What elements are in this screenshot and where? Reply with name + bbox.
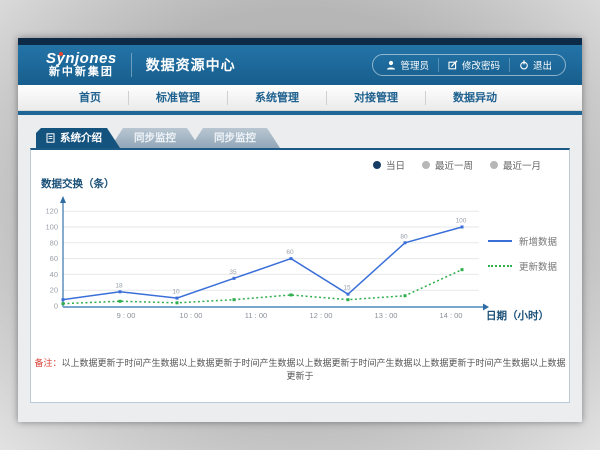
blue-line-icon: [488, 240, 512, 242]
radio-dot: [490, 161, 498, 169]
radio-label: 最近一周: [435, 158, 473, 172]
user-icon: [386, 60, 396, 70]
data-point: [176, 297, 179, 300]
data-point: [290, 257, 293, 260]
legend-update-data: 更新数据: [488, 259, 557, 273]
tab-label: 系统介绍: [60, 128, 102, 148]
point-value-label: 15: [343, 285, 351, 292]
point-value-label: 35: [229, 269, 237, 276]
user-label: 管理员: [400, 58, 429, 72]
nav-item-integration[interactable]: 对接管理: [327, 91, 426, 105]
edit-icon: [448, 60, 458, 70]
x-tick-label: 12 : 00: [310, 311, 333, 320]
y-tick-label: 80: [50, 238, 58, 247]
main-nav: 首页 标准管理 系统管理 对接管理 数据异动: [18, 85, 582, 111]
point-value-label: 80: [400, 233, 408, 240]
radio-dot: [422, 161, 430, 169]
app-window: Synjones 新中新集团 数据资源中心 管理员 修改密码: [18, 38, 582, 422]
user-menu: 管理员 修改密码 退出: [372, 54, 566, 76]
tab-bar: 系统介绍 同步监控 同步监控: [36, 128, 570, 148]
point-value-label: 100: [456, 218, 467, 225]
point-value-label: 60: [286, 249, 294, 256]
content-area: 系统介绍 同步监控 同步监控 当日 最近一周: [18, 115, 582, 422]
nav-item-standards[interactable]: 标准管理: [129, 91, 228, 105]
radio-last-week[interactable]: 最近一周: [422, 158, 473, 172]
legend-label: 新增数据: [519, 234, 557, 248]
header-divider: [131, 53, 132, 77]
data-point: [233, 298, 236, 301]
chart-legend: 新增数据 更新数据: [488, 234, 557, 284]
y-tick-label: 60: [50, 254, 58, 263]
data-point: [404, 294, 407, 297]
green-dotted-line-icon: [488, 265, 512, 267]
data-point: [461, 268, 464, 271]
data-point: [290, 293, 293, 296]
nav-item-system[interactable]: 系统管理: [228, 91, 327, 105]
document-icon: [46, 133, 55, 143]
line-chart: 0 20 40 60 80 100 120 9 : 00 10 : 00 11 : 00 12 : …: [43, 194, 503, 334]
point-value-label: 18: [115, 282, 123, 289]
data-point: [62, 298, 65, 301]
x-tick-label: 13 : 00: [375, 311, 398, 320]
legend-new-data: 新增数据: [488, 234, 557, 248]
radio-dot-selected: [373, 161, 381, 169]
x-tick-label: 14 : 00: [440, 311, 463, 320]
logout-button[interactable]: 退出: [509, 58, 561, 72]
logout-label: 退出: [533, 58, 552, 72]
data-point: [347, 293, 350, 296]
footnote-text: 以上数据更新于时间产生数据以上数据更新于时间产生数据以上数据更新于时间产生数据以…: [62, 358, 566, 381]
top-navy-strip: [18, 38, 582, 45]
footnote-label: 备注：: [34, 358, 61, 368]
radio-last-month[interactable]: 最近一月: [490, 158, 541, 172]
x-tick-label: 10 : 00: [180, 311, 203, 320]
point-value-label: 10: [172, 289, 180, 296]
nav-item-home[interactable]: 首页: [52, 91, 129, 105]
y-tick-label: 120: [45, 207, 58, 216]
legend-label: 更新数据: [519, 259, 557, 273]
data-point: [176, 301, 179, 304]
page-title: 数据资源中心: [146, 55, 236, 75]
change-password-label: 修改密码: [462, 58, 500, 72]
tab-system-intro[interactable]: 系统介绍: [36, 128, 120, 148]
radio-label: 当日: [386, 158, 405, 172]
data-point: [233, 277, 236, 280]
x-tick-label: 9 : 00: [117, 311, 136, 320]
logo-subtext: 新中新集团: [46, 67, 117, 79]
data-point: [62, 302, 65, 305]
tab-sync-monitor-1[interactable]: 同步监控: [110, 128, 200, 148]
y-tick-label: 20: [50, 286, 58, 295]
y-tick-label: 40: [50, 270, 58, 279]
time-range-filter: 当日 最近一周 最近一月: [373, 158, 541, 172]
radio-label: 最近一月: [503, 158, 541, 172]
admin-user-button[interactable]: 管理员: [377, 58, 438, 72]
y-axis-title: 数据交换（条）: [41, 176, 115, 191]
x-tick-label: 11 : 00: [245, 311, 267, 320]
panel-body: 当日 最近一周 最近一月 数据交换（条） 0 20 40 60 80 100 120 9 : …: [30, 148, 570, 403]
radio-today[interactable]: 当日: [373, 158, 405, 172]
data-point: [347, 298, 350, 301]
y-tick-label: 0: [54, 302, 58, 311]
app-header: Synjones 新中新集团 数据资源中心 管理员 修改密码: [18, 45, 582, 85]
data-point: [404, 241, 407, 244]
chart-panel: 系统介绍 同步监控 同步监控 当日 最近一周: [30, 128, 570, 403]
y-axis-arrow: [60, 196, 66, 203]
x-axis-title: 日期（小时）: [486, 308, 549, 323]
footnote: 备注：以上数据更新于时间产生数据以上数据更新于时间产生数据以上数据更新于时间产生…: [31, 356, 569, 382]
tab-sync-monitor-2[interactable]: 同步监控: [190, 128, 280, 148]
nav-item-data-changes[interactable]: 数据异动: [426, 91, 524, 105]
change-password-button[interactable]: 修改密码: [438, 58, 509, 72]
company-logo: Synjones 新中新集团: [46, 51, 117, 78]
data-point: [461, 226, 464, 229]
power-icon: [519, 60, 529, 70]
logo-text: Synjones: [46, 51, 117, 67]
data-point: [119, 300, 122, 303]
y-tick-label: 100: [45, 223, 58, 232]
data-point: [119, 290, 122, 293]
